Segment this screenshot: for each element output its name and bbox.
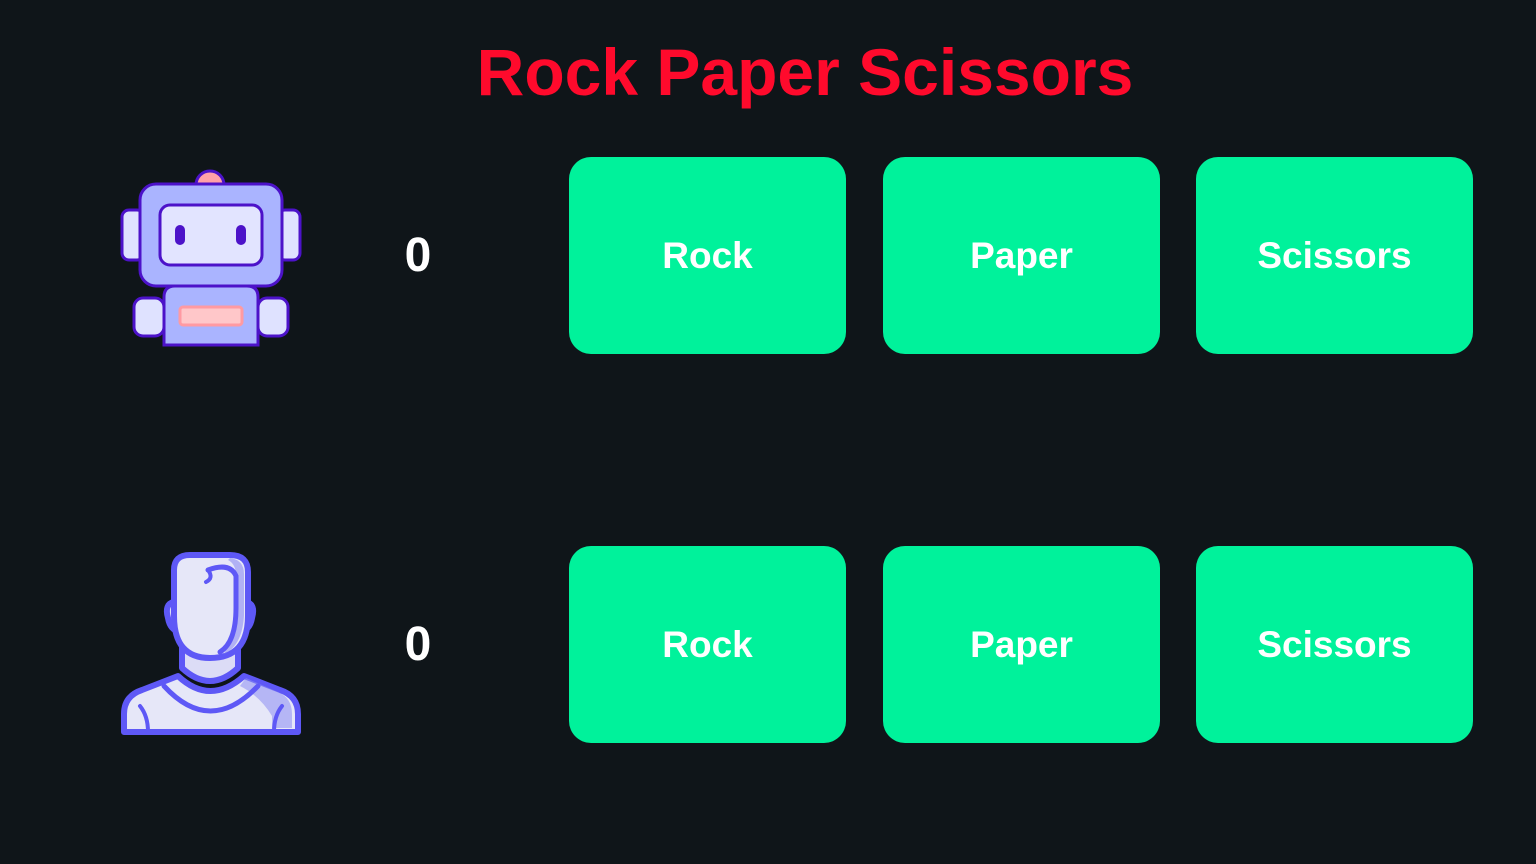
computer-paper-button[interactable]: Paper: [883, 157, 1160, 354]
player-row: 0 Rock Paper Scissors: [0, 546, 1536, 743]
computer-scissors-button[interactable]: Scissors: [1196, 157, 1473, 354]
game-page: Rock Paper Scissors 0 Rock Paper Scissor…: [0, 0, 1536, 864]
player-scissors-button[interactable]: Scissors: [1196, 546, 1473, 743]
player-paper-button[interactable]: Paper: [883, 546, 1160, 743]
computer-rock-button[interactable]: Rock: [569, 157, 846, 354]
computer-row: 0 Rock Paper Scissors: [0, 157, 1536, 354]
computer-score: 0: [404, 229, 432, 282]
player-rock-button[interactable]: Rock: [569, 546, 846, 743]
user-icon: [110, 546, 310, 743]
game-title: Rock Paper Scissors: [476, 35, 1134, 109]
player-score: 0: [404, 618, 432, 671]
robot-icon: [110, 157, 310, 354]
